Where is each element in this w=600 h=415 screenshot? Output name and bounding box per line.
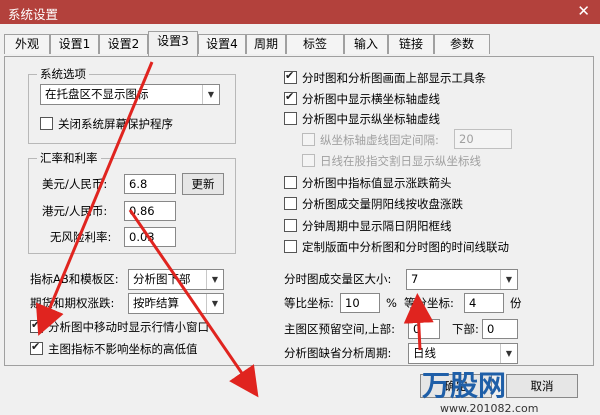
tab-settings3[interactable]: 设置3 (148, 31, 198, 56)
annotation-arrow (35, 61, 434, 398)
